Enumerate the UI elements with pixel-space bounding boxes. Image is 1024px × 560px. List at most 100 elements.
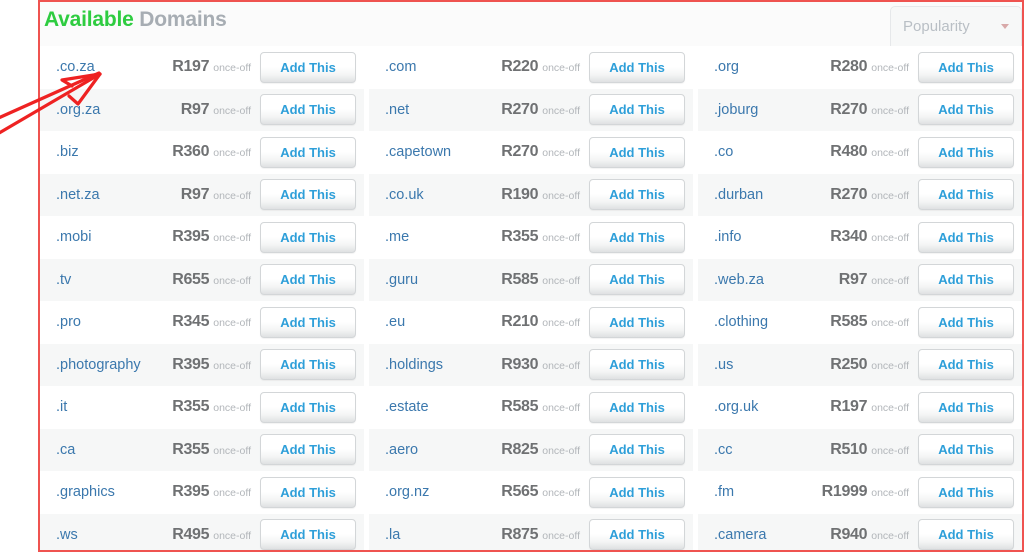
domain-price-cell: R875 once-off	[489, 526, 589, 544]
add-this-button[interactable]: Add This	[260, 519, 356, 550]
add-this-button[interactable]: Add This	[260, 476, 356, 508]
table-row: .cc R510 once-off Add This	[698, 428, 1022, 471]
table-row: .ws R495 once-off Add This	[40, 513, 364, 550]
add-this-button[interactable]: Add This	[260, 221, 356, 253]
domain-price: R270	[501, 100, 539, 118]
domain-price: R345	[172, 313, 210, 331]
add-this-button[interactable]: Add This	[260, 94, 356, 126]
add-this-button[interactable]: Add This	[918, 434, 1014, 466]
domain-price-cell: R360 once-off	[160, 143, 260, 161]
domain-price-period: once-off	[871, 444, 909, 457]
add-this-button[interactable]: Add This	[918, 179, 1014, 211]
domain-price-cell: R97 once-off	[818, 271, 918, 289]
add-this-button[interactable]: Add This	[918, 221, 1014, 253]
add-this-button[interactable]: Add This	[589, 136, 685, 168]
add-this-button[interactable]: Add This	[589, 391, 685, 423]
add-this-button[interactable]: Add This	[260, 306, 356, 338]
table-row: .fm R1999 once-off Add This	[698, 471, 1022, 514]
chevron-down-icon	[1001, 24, 1009, 29]
table-row: .net R270 once-off Add This	[369, 88, 693, 131]
add-this-button[interactable]: Add This	[918, 264, 1014, 296]
add-this-button[interactable]: Add This	[589, 434, 685, 466]
add-this-button[interactable]: Add This	[589, 221, 685, 253]
sort-by-popularity-tab[interactable]: Popularity	[890, 6, 1022, 46]
domain-price-cell: R585 once-off	[489, 271, 589, 289]
domain-price-period: once-off	[213, 359, 251, 372]
domain-tld-label: .co	[714, 144, 734, 161]
domain-price-period: once-off	[871, 317, 909, 330]
domain-price: R395	[172, 483, 210, 501]
domain-price-cell: R480 once-off	[818, 143, 918, 161]
domain-price-cell: R97 once-off	[160, 186, 260, 204]
add-this-button[interactable]: Add This	[589, 349, 685, 381]
domain-price: R1999	[821, 483, 868, 501]
domain-tld-label: .net.za	[56, 186, 100, 203]
domain-price-cell: R355 once-off	[489, 228, 589, 246]
add-this-button[interactable]: Add This	[918, 476, 1014, 508]
table-row: .mobi R395 once-off Add This	[40, 216, 364, 259]
add-this-button[interactable]: Add This	[260, 136, 356, 168]
domain-price: R210	[501, 313, 539, 331]
screen: Available Domains Popularity .co.za R197 o…	[0, 0, 1024, 560]
domain-price-period: once-off	[871, 232, 909, 245]
domain-price-period: once-off	[871, 487, 909, 500]
add-this-button[interactable]: Add This	[918, 391, 1014, 423]
domain-price-period: once-off	[542, 359, 580, 372]
add-this-button[interactable]: Add This	[589, 519, 685, 550]
add-this-button[interactable]: Add This	[918, 349, 1014, 381]
add-this-button[interactable]: Add This	[589, 264, 685, 296]
add-this-button[interactable]: Add This	[589, 51, 685, 83]
add-this-button[interactable]: Add This	[918, 94, 1014, 126]
domain-price-period: once-off	[542, 487, 580, 500]
domain-price-cell: R280 once-off	[818, 58, 918, 76]
domain-price-cell: R270 once-off	[818, 186, 918, 204]
table-row: .guru R585 once-off Add This	[369, 258, 693, 301]
table-row: .biz R360 once-off Add This	[40, 131, 364, 174]
domain-price-period: once-off	[542, 317, 580, 330]
domain-price-cell: R190 once-off	[489, 186, 589, 204]
domain-price-cell: R355 once-off	[160, 441, 260, 459]
add-this-button[interactable]: Add This	[918, 136, 1014, 168]
add-this-button[interactable]: Add This	[260, 391, 356, 423]
add-this-button[interactable]: Add This	[589, 179, 685, 211]
domain-price: R190	[501, 185, 539, 203]
domain-tld-label: .cc	[714, 441, 733, 458]
domain-price-cell: R825 once-off	[489, 441, 589, 459]
table-row: .pro R345 once-off Add This	[40, 301, 364, 344]
domain-price-period: once-off	[213, 62, 251, 75]
add-this-button[interactable]: Add This	[260, 179, 356, 211]
domain-price-period: once-off	[871, 359, 909, 372]
domain-columns: .co.za R197 once-off Add This .org.za R97 once…	[40, 46, 1022, 550]
domain-price-period: once-off	[871, 529, 909, 542]
domain-price-period: once-off	[213, 402, 251, 415]
add-this-button[interactable]: Add This	[918, 519, 1014, 550]
domain-price-period: once-off	[542, 189, 580, 202]
add-this-button[interactable]: Add This	[589, 306, 685, 338]
add-this-button[interactable]: Add This	[589, 94, 685, 126]
domain-tld-label: .web.za	[714, 271, 764, 288]
domain-price-cell: R565 once-off	[489, 483, 589, 501]
add-this-button[interactable]: Add This	[260, 434, 356, 466]
domain-price: R97	[838, 270, 868, 288]
table-row: .ca R355 once-off Add This	[40, 428, 364, 471]
table-row: .org.nz R565 once-off Add This	[369, 471, 693, 514]
domain-price: R565	[501, 483, 539, 501]
add-this-button[interactable]: Add This	[260, 264, 356, 296]
domain-price: R930	[501, 355, 539, 373]
add-this-button[interactable]: Add This	[918, 306, 1014, 338]
domain-price-period: once-off	[213, 232, 251, 245]
domain-price-period: once-off	[213, 189, 251, 202]
add-this-button[interactable]: Add This	[260, 51, 356, 83]
page-title-rest: Domains	[133, 8, 227, 31]
domain-tld-label: .us	[714, 356, 734, 373]
domain-price-period: once-off	[213, 529, 251, 542]
domain-price-cell: R510 once-off	[818, 441, 918, 459]
domain-price-cell: R210 once-off	[489, 313, 589, 331]
domain-price-period: once-off	[871, 189, 909, 202]
add-this-button[interactable]: Add This	[918, 51, 1014, 83]
domain-tld-label: .mobi	[56, 229, 92, 246]
domain-price: R197	[172, 58, 210, 76]
add-this-button[interactable]: Add This	[589, 476, 685, 508]
add-this-button[interactable]: Add This	[260, 349, 356, 381]
domain-price: R585	[830, 313, 868, 331]
